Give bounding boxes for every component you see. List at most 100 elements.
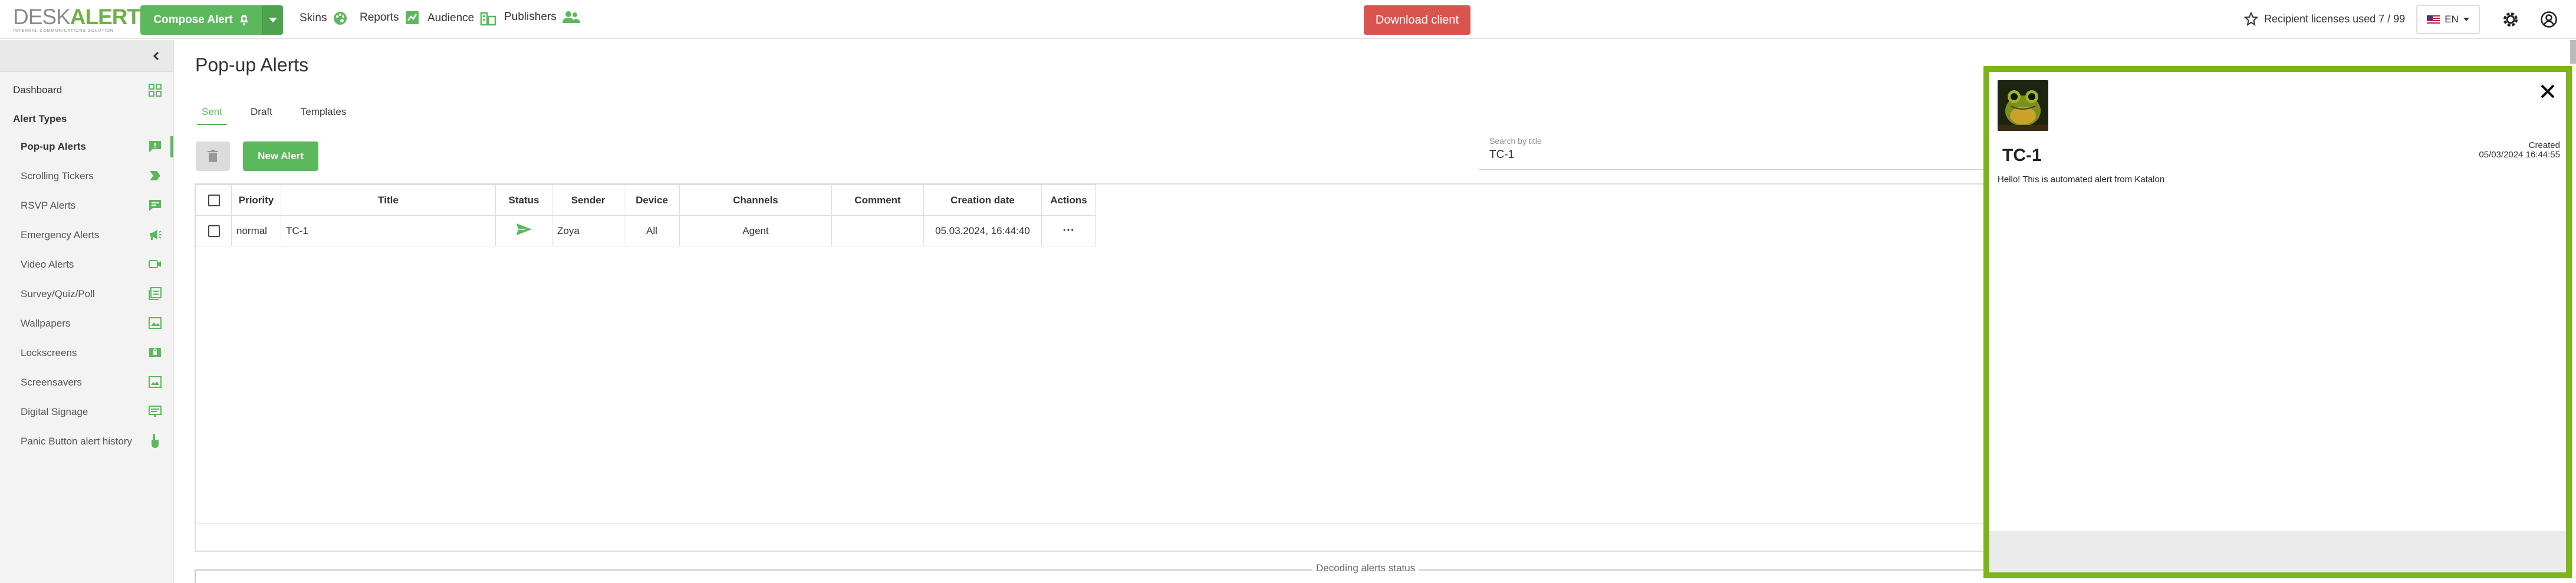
table-header-row: Priority Title Status Sender Device Chan… <box>196 185 1096 216</box>
select-all-cell[interactable] <box>196 185 232 216</box>
sidebar-item-survey[interactable]: Survey/Quiz/Poll <box>21 288 95 300</box>
table-footer-divider <box>196 523 1988 524</box>
column-actions: Actions <box>1041 185 1096 216</box>
row-checkbox[interactable] <box>208 225 220 237</box>
popup-created: Created 05/03/2024 16:44:55 <box>2479 141 2560 160</box>
search-input[interactable] <box>1489 149 1961 162</box>
sidebar-item-panic-button-history[interactable]: Panic Button alert history <box>21 436 132 447</box>
tab-draft[interactable]: Draft <box>246 106 277 125</box>
sidebar-collapse-bar[interactable] <box>0 40 173 72</box>
nav-publishers-label: Publishers <box>504 11 557 23</box>
cell-title[interactable]: TC-1 <box>281 215 496 246</box>
compose-alert-group: Compose Alert <box>140 5 283 35</box>
chevron-down-icon <box>269 18 277 22</box>
column-priority[interactable]: Priority <box>231 185 281 216</box>
sidebar-item-screensavers[interactable]: Screensavers <box>21 377 82 388</box>
sidebar-item-scrolling-tickers[interactable]: Scrolling Tickers <box>21 170 94 182</box>
cell-channels: Agent <box>679 215 832 246</box>
new-alert-button[interactable]: New Alert <box>243 141 318 171</box>
frog-picture <box>1998 80 2048 131</box>
row-actions-menu[interactable]: ··· <box>1041 215 1096 246</box>
language-selector[interactable]: EN <box>2416 5 2480 34</box>
sidebar-item-digital-signage[interactable]: Digital Signage <box>21 406 88 418</box>
bell-plus-icon <box>239 15 248 25</box>
wallpaper-icon <box>149 317 162 329</box>
publishers-icon <box>562 11 580 23</box>
column-status[interactable]: Status <box>495 185 552 216</box>
logo[interactable]: DESKALERTS INTERNAL COMMUNICATIONS SOLUT… <box>13 5 154 34</box>
popup-created-label: Created <box>2528 140 2560 150</box>
column-title[interactable]: Title <box>281 185 496 216</box>
top-bar: DESKALERTS INTERNAL COMMUNICATIONS SOLUT… <box>0 0 2576 39</box>
logo-tagline: INTERNAL COMMUNICATIONS SOLUTION <box>13 29 114 33</box>
nav-reports-label: Reports <box>360 11 399 24</box>
dashboard-icon <box>149 84 162 97</box>
lockscreen-icon <box>149 348 161 357</box>
compose-alert-button[interactable]: Compose Alert <box>140 5 262 35</box>
column-channels[interactable]: Channels <box>679 185 832 216</box>
column-device[interactable]: Device <box>624 185 680 216</box>
column-creation-date[interactable]: Creation date <box>923 185 1042 216</box>
survey-icon <box>149 287 162 300</box>
logo-desk: DESK <box>13 5 71 29</box>
nav-audience[interactable]: Audience <box>427 11 496 26</box>
sidebar-section-alert-types: Alert Types <box>13 113 67 124</box>
chevron-left-icon[interactable] <box>152 51 160 61</box>
sidebar-item-popup-alerts[interactable]: Pop-up Alerts <box>21 141 86 153</box>
nav-publishers[interactable]: Publishers <box>504 11 580 24</box>
screensaver-icon <box>149 376 162 388</box>
page-title: Pop-up Alerts <box>195 54 309 75</box>
popup-alert-icon <box>149 141 161 152</box>
language-label: EN <box>2445 14 2459 25</box>
sidebar-item-rsvp-alerts[interactable]: RSVP Alerts <box>21 200 75 212</box>
search-field: Search by title <box>1479 133 1986 170</box>
nav-skins[interactable]: Skins <box>300 11 348 26</box>
download-client-button[interactable]: Download client <box>1364 5 1470 35</box>
nav-reports[interactable]: Reports <box>360 11 419 25</box>
sidebar-item-wallpapers[interactable]: Wallpapers <box>21 318 70 330</box>
select-all-checkbox[interactable] <box>208 194 220 206</box>
chevron-down-icon <box>2463 18 2469 21</box>
palette-icon <box>334 12 347 25</box>
cell-status <box>495 215 552 246</box>
sidebar: Dashboard Alert Types Pop-up Alerts Scro… <box>0 40 174 583</box>
search-label: Search by title <box>1489 136 1542 146</box>
panic-hand-icon <box>152 434 159 448</box>
sidebar-item-dashboard[interactable]: Dashboard <box>13 84 62 96</box>
tab-sent[interactable]: Sent <box>197 106 227 125</box>
page-scrollbar[interactable] <box>2570 40 2576 64</box>
reports-icon <box>405 11 419 24</box>
column-comment[interactable]: Comment <box>831 185 924 216</box>
cell-comment <box>831 215 924 246</box>
sidebar-item-emergency-alerts[interactable]: Emergency Alerts <box>21 229 99 241</box>
decoding-status-label: Decoding alerts status <box>1312 562 1419 574</box>
alert-tabs: Sent Draft Templates <box>197 106 351 125</box>
tab-templates[interactable]: Templates <box>296 106 351 125</box>
user-account-icon[interactable] <box>2540 11 2558 28</box>
gear-icon[interactable] <box>2502 11 2519 28</box>
megaphone-icon <box>150 230 162 240</box>
close-icon[interactable] <box>2540 84 2555 99</box>
row-select-cell[interactable] <box>196 215 232 246</box>
sidebar-item-lockscreens[interactable]: Lockscreens <box>21 347 77 359</box>
popup-created-value: 05/03/2024 16:44:55 <box>2479 150 2560 160</box>
signage-icon <box>149 406 162 417</box>
sent-icon <box>516 223 532 235</box>
audience-icon <box>480 12 496 26</box>
rsvp-icon <box>149 200 161 211</box>
star-icon <box>2244 12 2258 26</box>
sidebar-item-video-alerts[interactable]: Video Alerts <box>21 259 74 271</box>
nav-skins-label: Skins <box>300 12 327 24</box>
table-row[interactable]: normal TC-1 Zoya All Agent 05.03.2024, 1… <box>196 215 1096 246</box>
delete-button[interactable] <box>196 141 230 171</box>
column-sender[interactable]: Sender <box>552 185 624 216</box>
compose-dropdown-button[interactable] <box>262 5 283 35</box>
popup-footer <box>1989 531 2566 572</box>
video-icon <box>149 260 161 268</box>
recipient-licenses[interactable]: Recipient licenses used 7 / 99 <box>2244 12 2405 26</box>
decoding-status-panel: Decoding alerts status <box>195 562 1987 583</box>
nav-audience-label: Audience <box>427 12 475 24</box>
cell-creation-date: 05.03.2024, 16:44:40 <box>923 215 1042 246</box>
trash-icon <box>208 150 218 162</box>
cell-sender: Zoya <box>552 215 624 246</box>
